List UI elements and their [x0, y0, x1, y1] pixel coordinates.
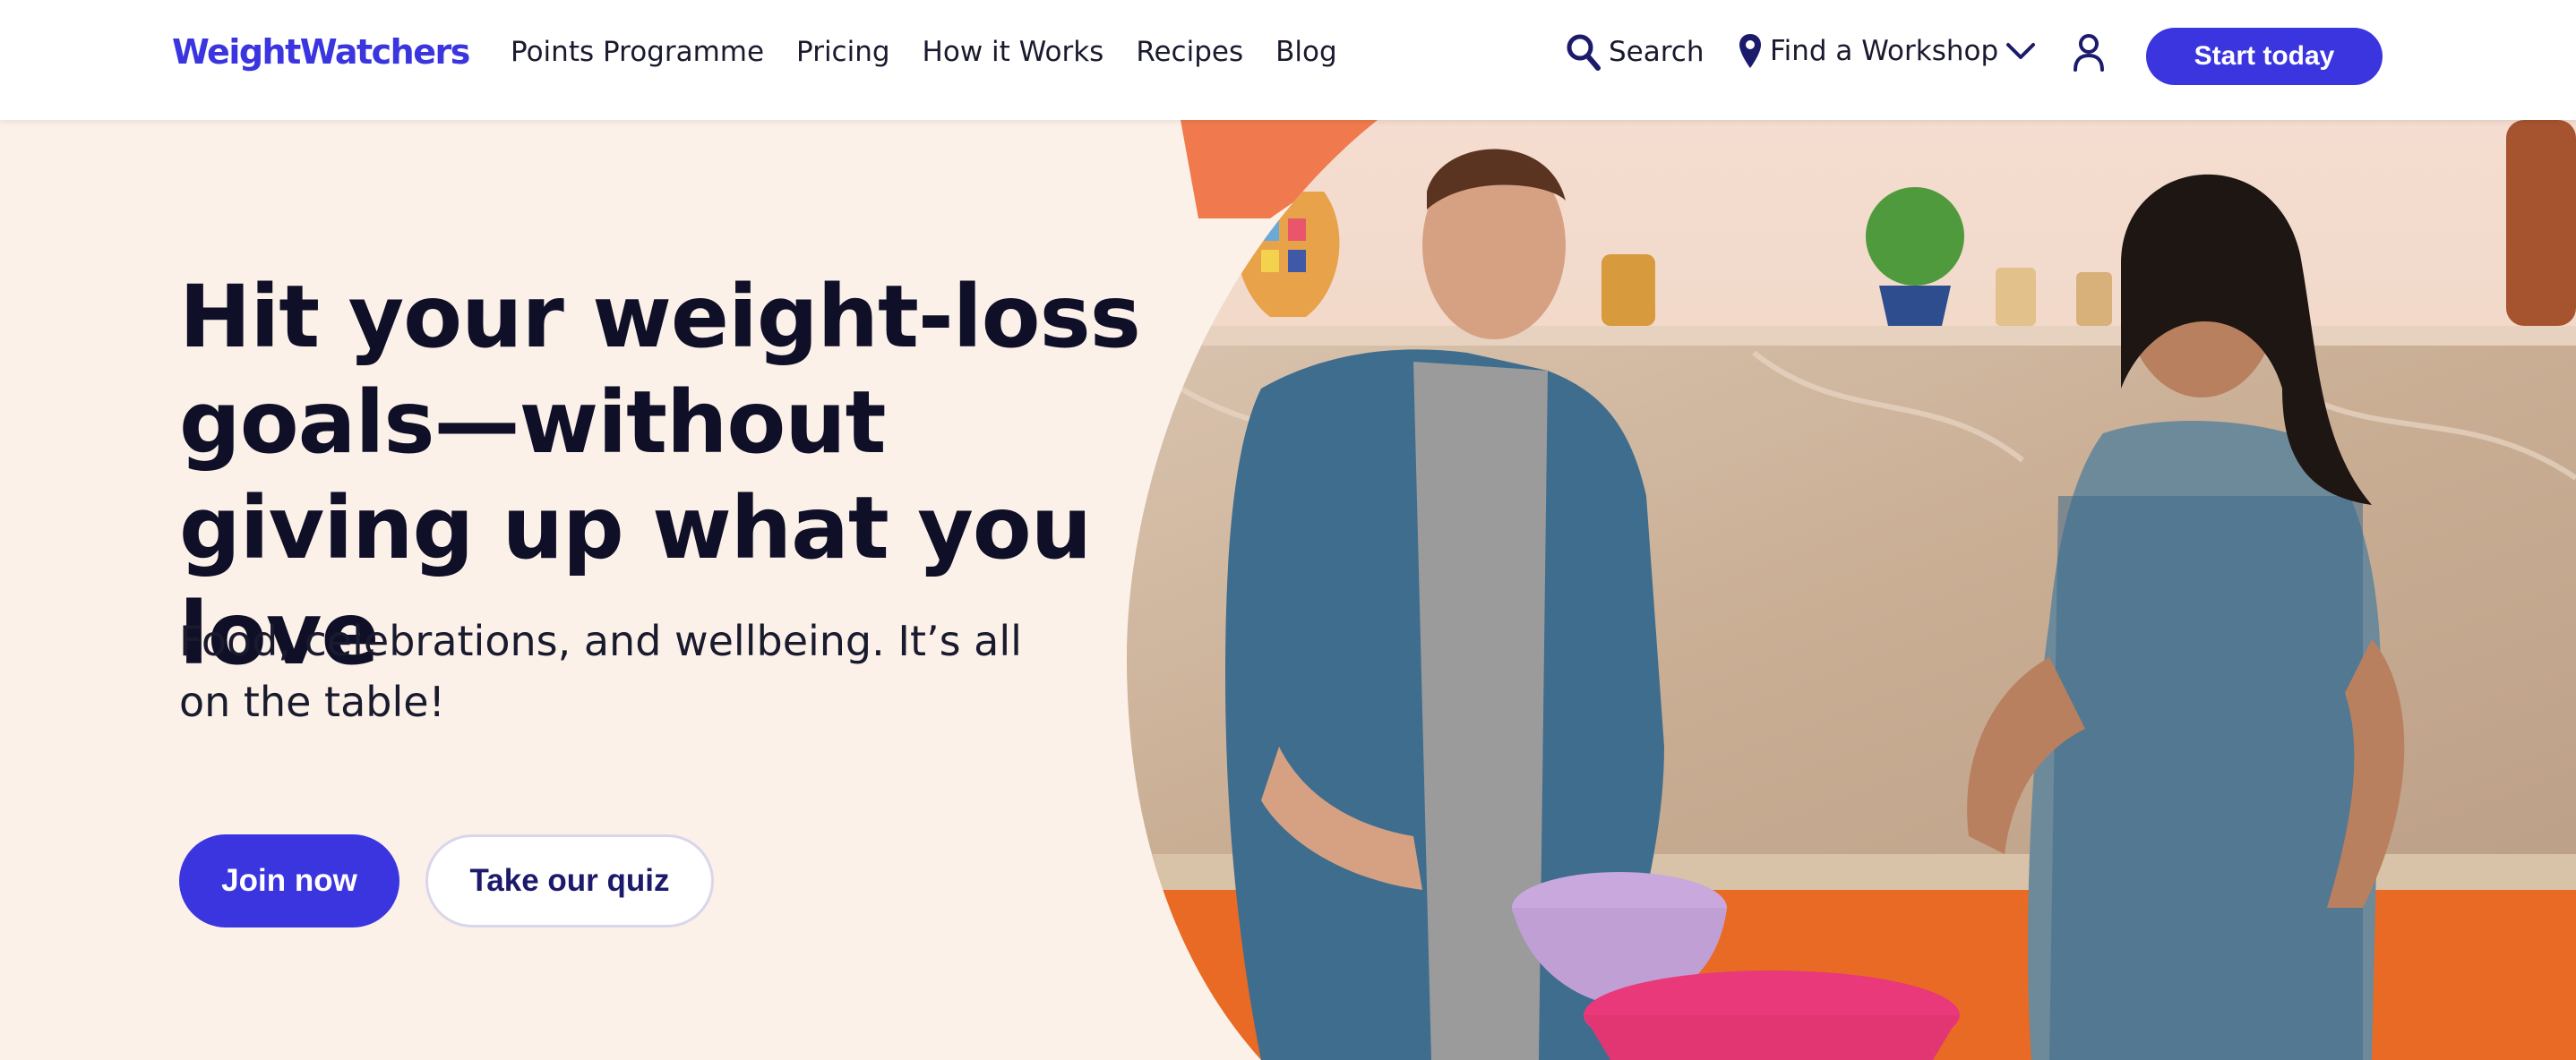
page: WeightWatchers Points Programme Pricing … — [0, 0, 2576, 1060]
workshop-label: Find a Workshop — [1770, 35, 1999, 67]
nav-blog[interactable]: Blog — [1275, 36, 1337, 68]
search-button[interactable]: Search — [1566, 32, 1704, 72]
search-label: Search — [1609, 36, 1704, 68]
nav-how-it-works[interactable]: How it Works — [923, 36, 1104, 68]
join-now-button[interactable]: Join now — [179, 834, 399, 928]
start-today-button[interactable]: Start today — [2146, 28, 2383, 85]
user-icon — [2074, 34, 2104, 72]
find-workshop-dropdown[interactable]: Find a Workshop — [1738, 32, 2036, 70]
hero-subheading: Food, celebrations, and wellbeing. It’s … — [179, 617, 1022, 726]
top-navigation-bar: WeightWatchers Points Programme Pricing … — [0, 0, 2576, 120]
main-nav: Points Programme Pricing How it Works Re… — [511, 36, 1337, 68]
weightwatchers-logo[interactable]: WeightWatchers — [172, 32, 470, 72]
account-button[interactable] — [2071, 32, 2107, 73]
search-icon — [1567, 34, 1601, 71]
take-quiz-button[interactable]: Take our quiz — [425, 834, 714, 928]
location-pin-icon — [1739, 34, 1761, 68]
nav-pricing[interactable]: Pricing — [796, 36, 890, 68]
hero-photo — [1127, 120, 2576, 1060]
chevron-down-icon — [2006, 43, 2036, 59]
nav-points-programme[interactable]: Points Programme — [511, 36, 764, 68]
nav-recipes[interactable]: Recipes — [1136, 36, 1243, 68]
